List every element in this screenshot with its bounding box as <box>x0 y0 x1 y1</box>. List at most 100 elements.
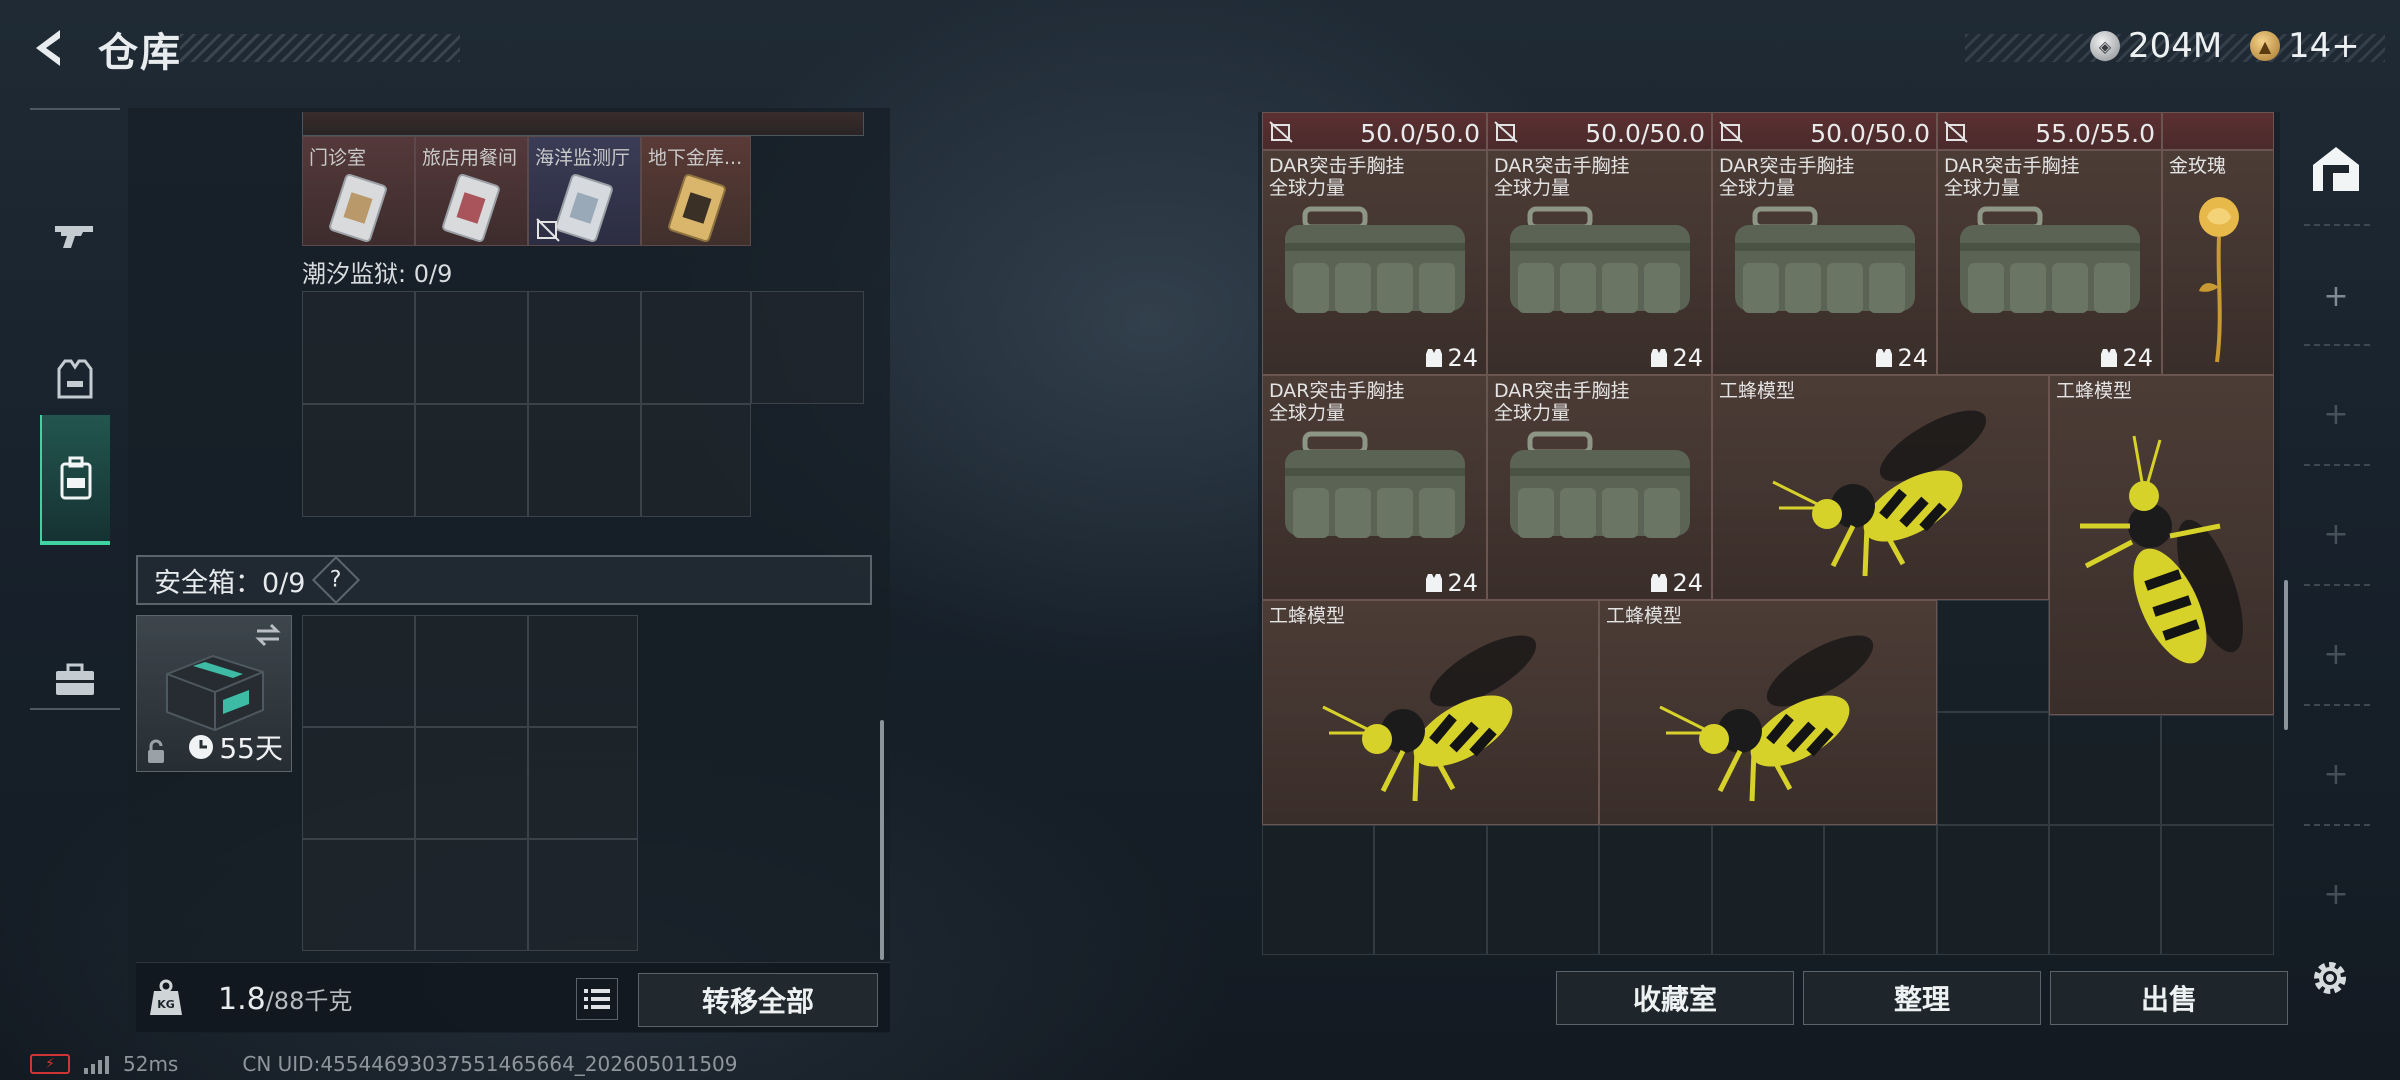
stash-empty-slot[interactable] <box>2049 825 2161 955</box>
key-card-icon <box>668 173 726 243</box>
stash-empty-slot[interactable] <box>1487 825 1599 955</box>
stash-item-rose[interactable]: 金玫瑰 <box>2162 150 2274 375</box>
stash-item-bee[interactable]: 工蜂模型 <box>1262 600 1599 825</box>
durability-value: 50.0/50.0 <box>1585 119 1705 148</box>
stash-item-rig[interactable]: DAR突击手胸挂 全球力量 24 <box>1262 150 1487 375</box>
key-card-3[interactable]: 海洋监测厅 <box>528 136 641 246</box>
sort-button[interactable]: 整理 <box>1803 971 2041 1025</box>
stash-empty-slot[interactable] <box>1374 825 1487 955</box>
prison-label: 潮汐监狱: 0/9 <box>302 260 453 288</box>
stash-item-rig[interactable]: DAR突击手胸挂 全球力量 24 <box>1262 375 1487 600</box>
prison-slot[interactable] <box>415 291 528 404</box>
durability-value: 50.0/50.0 <box>1360 119 1480 148</box>
stash-item-rig[interactable]: DAR突击手胸挂 全球力量 24 <box>1712 150 1937 375</box>
prison-slot[interactable] <box>302 291 415 404</box>
rail-toolbox-button[interactable] <box>40 615 110 745</box>
stash-item-partial[interactable]: 55.0/55.0 <box>1937 112 2162 150</box>
left-scrollbar[interactable] <box>880 720 884 960</box>
stash-item-partial[interactable] <box>2162 112 2274 150</box>
prison-slot[interactable] <box>751 291 864 404</box>
safebox-expiry: 55天 <box>187 727 283 767</box>
swap-icon[interactable] <box>253 622 283 648</box>
item-capacity: 24 <box>1650 344 1703 372</box>
stash-item-partial[interactable]: 50.0/50.0 <box>1487 112 1712 150</box>
prison-slot[interactable] <box>641 404 751 517</box>
safebox-slot[interactable] <box>528 615 638 727</box>
key-card-2[interactable]: 旅店用餐间 <box>415 136 528 246</box>
key-card-1[interactable]: 门诊室 <box>302 136 415 246</box>
collection-room-button[interactable]: 收藏室 <box>1556 971 1794 1025</box>
prison-slot[interactable] <box>302 404 415 517</box>
stash-scrollbar[interactable] <box>2284 580 2288 730</box>
safebox-slot[interactable] <box>528 839 638 951</box>
stash-empty-slot[interactable] <box>2161 715 2274 825</box>
transfer-all-button[interactable]: 转移全部 <box>638 973 878 1027</box>
prison-slot[interactable] <box>415 404 528 517</box>
no-trade-icon <box>1269 121 1293 143</box>
stash-empty-slot[interactable] <box>1937 825 2049 955</box>
sell-button[interactable]: 出售 <box>2050 971 2288 1025</box>
chest-rig-icon <box>1285 431 1465 538</box>
safebox-slot[interactable] <box>302 727 415 839</box>
currency-silver[interactable]: ◈ 204M <box>2090 26 2222 66</box>
settings-button[interactable] <box>2302 950 2358 1006</box>
stash-tab-main[interactable] <box>2300 132 2372 204</box>
add-stash-tab-button[interactable]: + <box>2310 868 2362 920</box>
chest-rig-icon <box>1510 206 1690 313</box>
rail-backpack-button[interactable] <box>40 415 110 545</box>
stash-item-rig[interactable]: DAR突击手胸挂 全球力量 24 <box>1487 375 1712 600</box>
durability-value: 55.0/55.0 <box>2035 119 2155 148</box>
stash-item-rig[interactable]: DAR突击手胸挂 全球力量 24 <box>1937 150 2162 375</box>
add-stash-tab-button[interactable]: + <box>2310 628 2362 680</box>
currency-gold[interactable]: ▲ 14+ <box>2250 26 2360 66</box>
help-button[interactable]: ? <box>312 555 361 605</box>
add-stash-tab-button[interactable]: + <box>2310 748 2362 800</box>
safebox-slot[interactable] <box>302 839 415 951</box>
prison-slot[interactable] <box>528 404 641 517</box>
stash-item-bee[interactable]: 工蜂模型 <box>2049 375 2274 715</box>
back-button[interactable] <box>26 24 74 72</box>
add-stash-tab-button[interactable]: + <box>2310 388 2362 440</box>
stash-empty-slot[interactable] <box>1599 825 1712 955</box>
stash-empty-slot[interactable] <box>2049 715 2161 825</box>
stash-tabs-rail: + + + + + + <box>2290 112 2384 957</box>
no-trade-icon <box>1719 121 1743 143</box>
add-stash-tab-button[interactable]: + <box>2310 270 2362 322</box>
stash-item-partial[interactable]: 50.0/50.0 <box>1712 112 1937 150</box>
stash-empty-slot[interactable] <box>2161 825 2274 955</box>
stash-empty-slot[interactable] <box>1937 600 2049 712</box>
item-name: DAR突击手胸挂 全球力量 <box>1269 380 1405 424</box>
stash-empty-slot[interactable] <box>1937 712 2049 825</box>
safebox-slot[interactable] <box>415 839 528 951</box>
svg-text:KG: KG <box>157 998 175 1011</box>
armor-vest-icon <box>57 359 93 399</box>
list-view-button[interactable] <box>576 978 618 1020</box>
stash-item-bee[interactable]: 工蜂模型 <box>1712 375 2049 600</box>
safebox-label: 安全箱：0/9 <box>154 567 306 599</box>
stash-item-partial[interactable]: 50.0/50.0 <box>1262 112 1487 150</box>
safebox-slot[interactable] <box>415 727 528 839</box>
stash-item-rig[interactable]: DAR突击手胸挂 全球力量 24 <box>1487 150 1712 375</box>
no-trade-icon <box>1494 121 1518 143</box>
key-card-name: 海洋监测厅 <box>535 147 631 169</box>
safebox-slot[interactable] <box>302 615 415 727</box>
stash-item-bee[interactable]: 工蜂模型 <box>1599 600 1937 825</box>
safebox-days-value: 55天 <box>219 732 283 765</box>
back-arrow-icon <box>36 30 60 66</box>
add-stash-tab-button[interactable]: + <box>2310 508 2362 560</box>
rail-weapons-button[interactable] <box>40 170 110 300</box>
safebox-item[interactable]: 55天 <box>136 615 292 772</box>
key-card-4[interactable]: 地下金库... <box>641 136 751 246</box>
stash-empty-slot[interactable] <box>1824 825 1937 955</box>
prison-slot[interactable] <box>641 291 751 404</box>
safebox-case-icon <box>166 654 264 732</box>
vest-capacity-icon <box>1426 574 1443 592</box>
safebox-slot[interactable] <box>415 615 528 727</box>
stash-empty-slot[interactable] <box>1712 825 1824 955</box>
item-name: DAR突击手胸挂 全球力量 <box>1719 155 1855 199</box>
safebox-header: 安全箱：0/9 ? <box>136 555 872 605</box>
prison-slot[interactable] <box>528 291 641 404</box>
stash-empty-slot[interactable] <box>1262 825 1374 955</box>
golden-rose-icon <box>2199 197 2239 363</box>
safebox-slot[interactable] <box>528 727 638 839</box>
